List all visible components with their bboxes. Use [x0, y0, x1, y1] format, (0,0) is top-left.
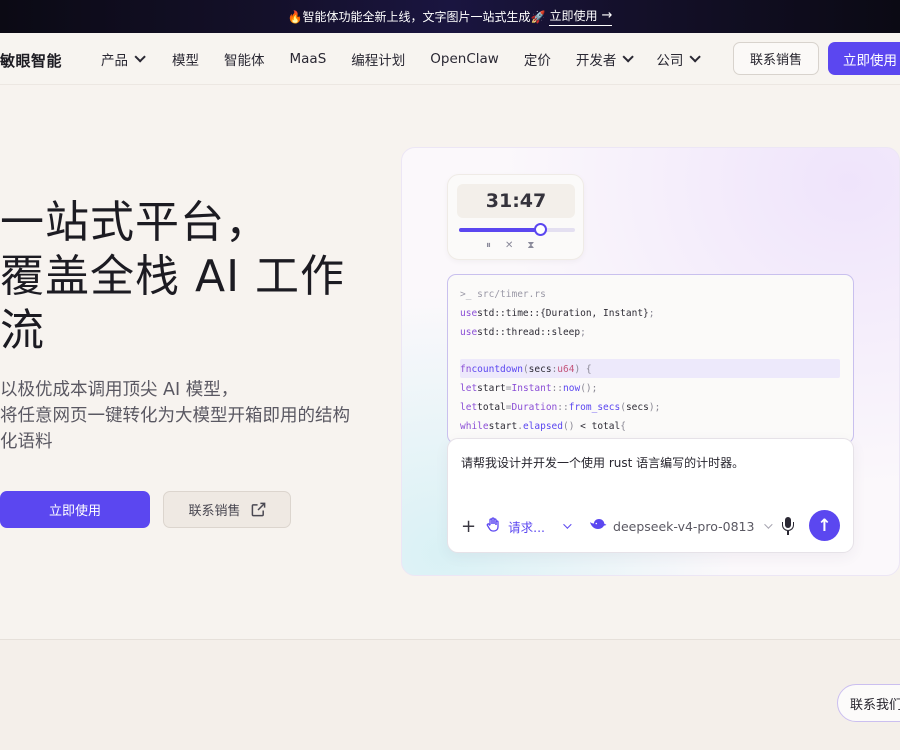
mode-select[interactable]: 请求... — [508, 517, 545, 536]
nav-item-product[interactable]: 产品 — [101, 49, 146, 69]
chevron-down-icon[interactable] — [563, 520, 572, 529]
announcement-bar: 🔥智能体功能全新上线，文字图片一站式生成🚀 立即使用 → — [0, 0, 900, 33]
nav-item-company[interactable]: 公司 — [656, 49, 702, 69]
pause-icon[interactable]: ⏸ — [486, 240, 491, 251]
code-editor: >_ src/timer.rs usestd::time::{Duration,… — [447, 274, 854, 444]
hero-subtitle: 以极优成本调用顶尖 AI 模型， 将任意网页一键转化为大模型开箱即用的结构 化语… — [0, 380, 350, 452]
nav-item-agents[interactable]: 智能体 — [224, 49, 265, 69]
prompt-toolbar: + 请求... deepseek-v4-pro-0813 ↑ — [461, 510, 843, 541]
announcement-text: 🔥智能体功能全新上线，文字图片一站式生成🚀 — [287, 10, 546, 24]
nav-item-developers[interactable]: 开发者 — [576, 49, 635, 69]
code-line: usestd::time::{Duration, Instant}; — [460, 308, 655, 319]
announcement-cta-link[interactable]: 立即使用 → — [549, 7, 613, 26]
start-now-button[interactable]: 立即使用 — [828, 42, 900, 75]
nav-menu: 产品 模型 智能体 MaaS 编程计划 OpenClaw 定价 开发者 公司 — [101, 33, 702, 85]
timer-display: 31:47 — [457, 184, 575, 218]
code-line: usestd::thread::sleep; — [460, 327, 586, 338]
hourglass-icon[interactable]: ⧗ — [527, 240, 534, 251]
timer-progress-thumb[interactable] — [534, 223, 548, 236]
lower-section — [0, 640, 900, 750]
close-icon[interactable]: ✕ — [505, 240, 513, 251]
nav-item-pricing[interactable]: 定价 — [524, 49, 551, 69]
nav-item-maas[interactable]: MaaS — [290, 51, 327, 67]
chevron-down-icon — [134, 51, 146, 63]
code-line: letstart=Instant::now(); — [460, 383, 598, 394]
nav-item-coding-plan[interactable]: 编程计划 — [351, 49, 405, 69]
prompt-box: 请帮我设计并开发一个使用 rust 语言编写的计时器。 + 请求... deep… — [447, 438, 854, 553]
hero-contact-sales-button[interactable]: 联系销售 — [163, 491, 291, 528]
plus-icon[interactable]: + — [461, 516, 476, 537]
hand-icon — [486, 516, 500, 536]
chevron-down-icon — [622, 51, 635, 63]
hero-title: 一站式平台， 覆盖全栈 AI 工作 流 — [0, 197, 346, 356]
top-navbar: 敏眼智能 产品 模型 智能体 MaaS 编程计划 OpenClaw 定价 开发者… — [0, 33, 900, 85]
code-line: lettotal=Duration::from_secs(secs); — [460, 402, 661, 413]
code-line: fncountdown(secs:u64) { — [460, 364, 592, 375]
code-file-path: >_ src/timer.rs — [460, 289, 546, 300]
model-select[interactable]: deepseek-v4-pro-0813 — [613, 519, 754, 534]
nav-item-models[interactable]: 模型 — [172, 49, 199, 69]
timer-progress-slider[interactable] — [459, 223, 575, 236]
floating-contact-button[interactable]: 联系我们 — [837, 684, 900, 722]
nav-item-openclaw[interactable]: OpenClaw — [430, 51, 499, 67]
send-button[interactable]: ↑ — [809, 510, 840, 541]
chevron-down-icon[interactable] — [764, 520, 774, 529]
whale-icon — [589, 518, 607, 535]
arrow-right-icon: → — [601, 8, 613, 23]
logo[interactable]: 敏眼智能 — [0, 50, 62, 71]
announcement-cta-label: 立即使用 — [549, 9, 598, 23]
chevron-down-icon — [689, 51, 702, 63]
microphone-icon[interactable] — [781, 515, 795, 537]
contact-sales-button[interactable]: 联系销售 — [733, 42, 819, 75]
demo-panel: 31:47 ⏸ ✕ ⧗ >_ src/timer.rs usestd::time… — [401, 147, 900, 576]
external-link-icon — [251, 502, 265, 517]
prompt-input[interactable]: 请帮我设计并开发一个使用 rust 语言编写的计时器。 — [461, 454, 744, 471]
hero-start-button[interactable]: 立即使用 — [0, 491, 150, 528]
timer-progress-fill — [459, 228, 541, 232]
code-line: whilestart.elapsed() < total{ — [460, 421, 626, 432]
timer-controls: ⏸ ✕ ⧗ — [486, 240, 534, 251]
timer-widget: 31:47 ⏸ ✕ ⧗ — [447, 174, 584, 260]
